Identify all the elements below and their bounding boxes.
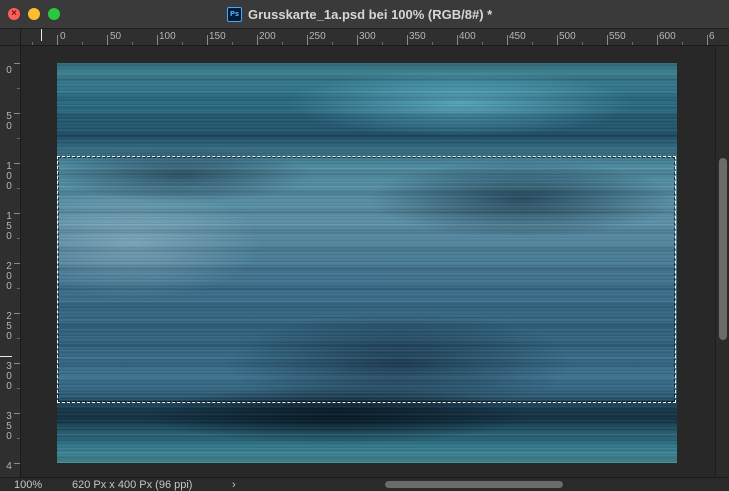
- document-workspace[interactable]: [21, 46, 715, 477]
- ruler-origin[interactable]: [0, 29, 21, 46]
- canvas-top-band: [57, 63, 677, 73]
- vertical-ruler[interactable]: 0 5 0 1 0 0 1 5 0 2 0 0 2 5 0 3 0 0 3 5 …: [0, 46, 21, 477]
- ps-icon: Ps: [227, 6, 242, 22]
- chevron-right-icon[interactable]: ›: [232, 479, 236, 491]
- vertical-scrollbar[interactable]: [715, 46, 729, 477]
- title-bar: × Ps Grusskarte_1a.psd bei 100% (RGB/8#)…: [0, 0, 729, 29]
- horizontal-scrollbar-thumb[interactable]: [385, 481, 563, 488]
- status-bar: 100% 620 Px x 400 Px (96 ppi) ›: [0, 477, 729, 491]
- marquee-selection[interactable]: [57, 156, 676, 403]
- document-title: Ps Grusskarte_1a.psd bei 100% (RGB/8#) *: [227, 6, 492, 22]
- vertical-ruler-ticks: [14, 63, 20, 464]
- horizontal-ruler-ticks: [32, 35, 708, 45]
- close-icon: ×: [11, 8, 17, 19]
- minimize-window-button[interactable]: [28, 8, 40, 20]
- window-title: Grusskarte_1a.psd bei 100% (RGB/8#) *: [248, 6, 493, 22]
- close-window-button[interactable]: ×: [8, 8, 20, 20]
- vertical-scrollbar-thumb[interactable]: [719, 158, 727, 340]
- horizontal-ruler[interactable]: 0 50 100 150 200 250 300 350 400 450 500…: [21, 29, 729, 46]
- maximize-window-button[interactable]: [48, 8, 60, 20]
- zoom-level[interactable]: 100%: [14, 479, 42, 491]
- document-info: 620 Px x 400 Px (96 ppi): [72, 479, 193, 491]
